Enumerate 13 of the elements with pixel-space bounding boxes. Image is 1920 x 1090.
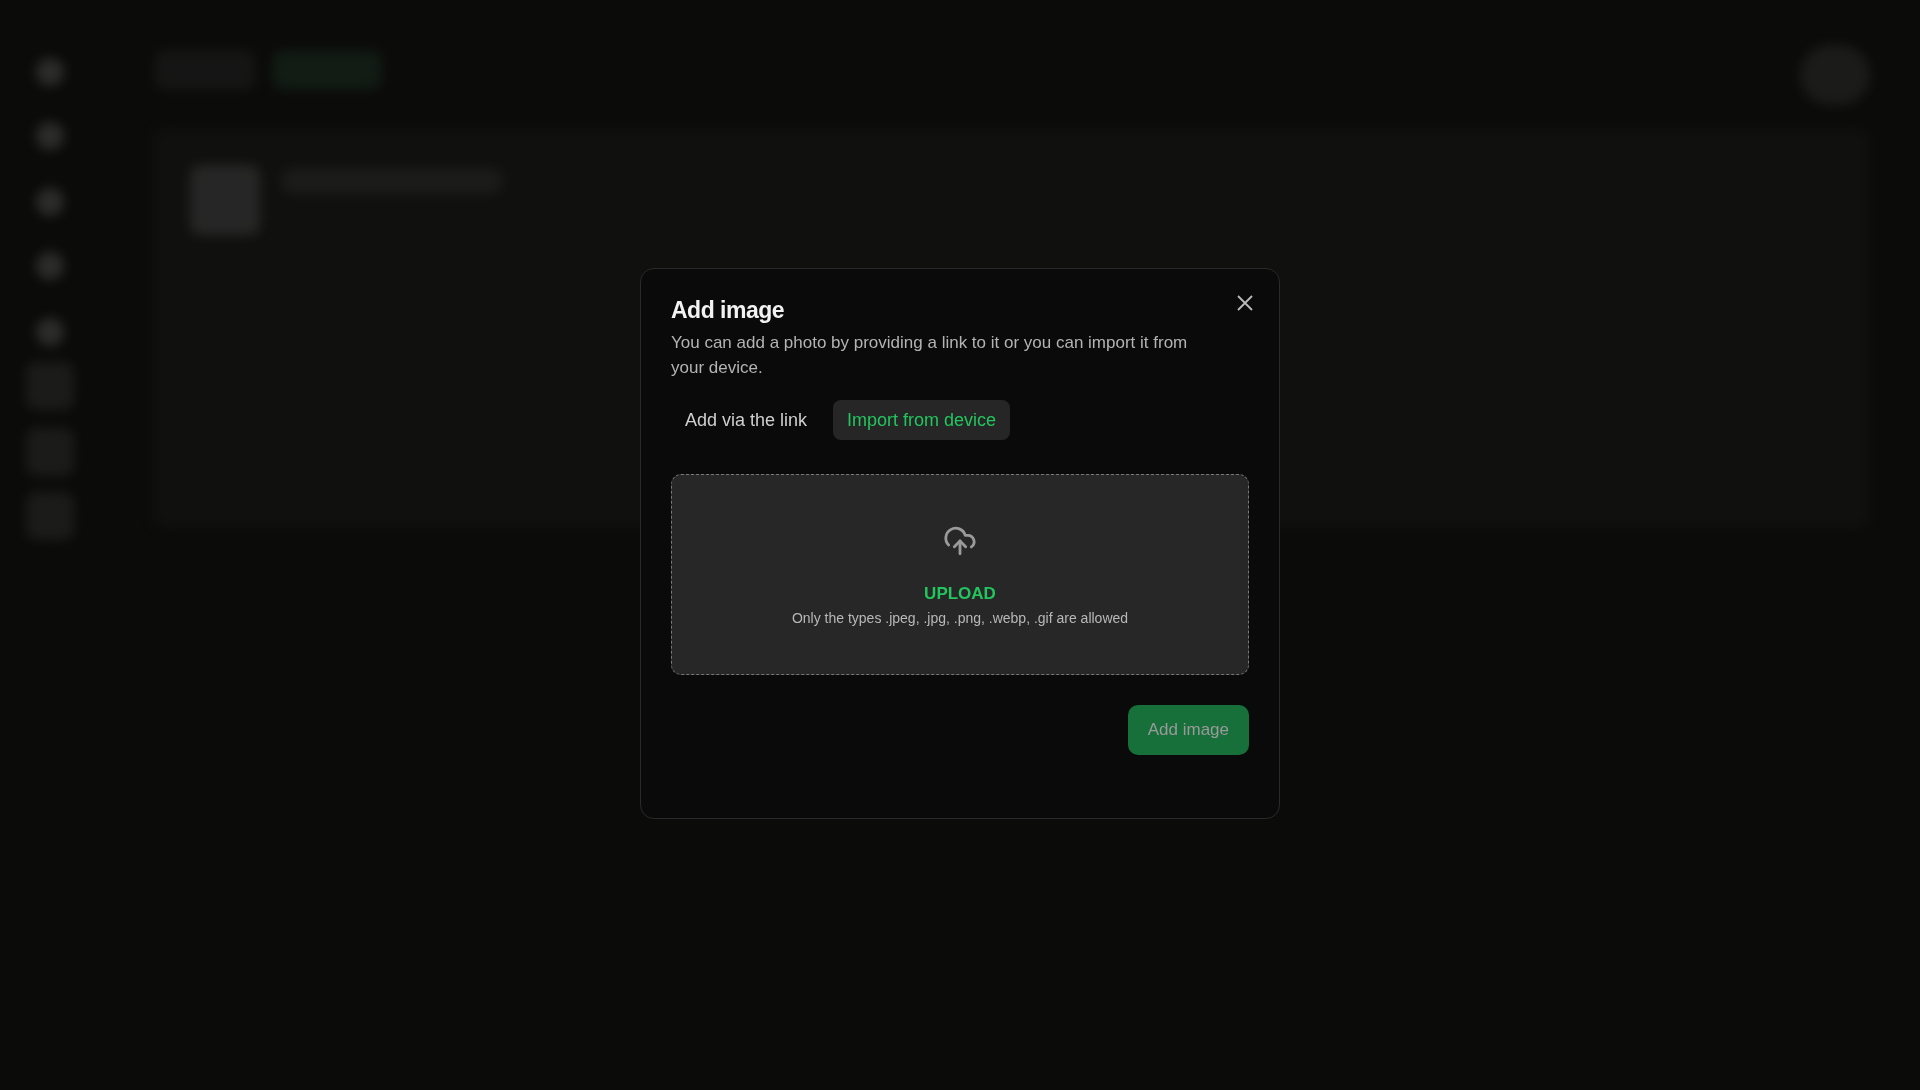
upload-label: UPLOAD	[924, 583, 996, 604]
blurred-sidebar-icon	[36, 318, 64, 346]
dialog-title: Add image	[671, 297, 785, 324]
blurred-sidebar-icon	[36, 252, 64, 280]
blurred-sidebar-icon	[36, 58, 64, 86]
dialog-description: You can add a photo by providing a link to it or you can import it from your device.	[671, 332, 1189, 379]
blurred-sidebar-icon	[36, 188, 64, 216]
close-icon	[1235, 293, 1255, 313]
tab[interactable]: Import from device	[833, 400, 1011, 440]
tab[interactable]: Add via the link	[671, 400, 822, 440]
file-types-hint: Only the types .jpeg, .jpg, .png, .webp, .gif are allowed	[791, 609, 1129, 626]
blurred-sidebar-icon	[36, 122, 64, 150]
upload-dropzone[interactable]: UPLOAD Only the types .jpeg, .jpg, .png, .webp, .gif are allowed	[671, 474, 1249, 675]
